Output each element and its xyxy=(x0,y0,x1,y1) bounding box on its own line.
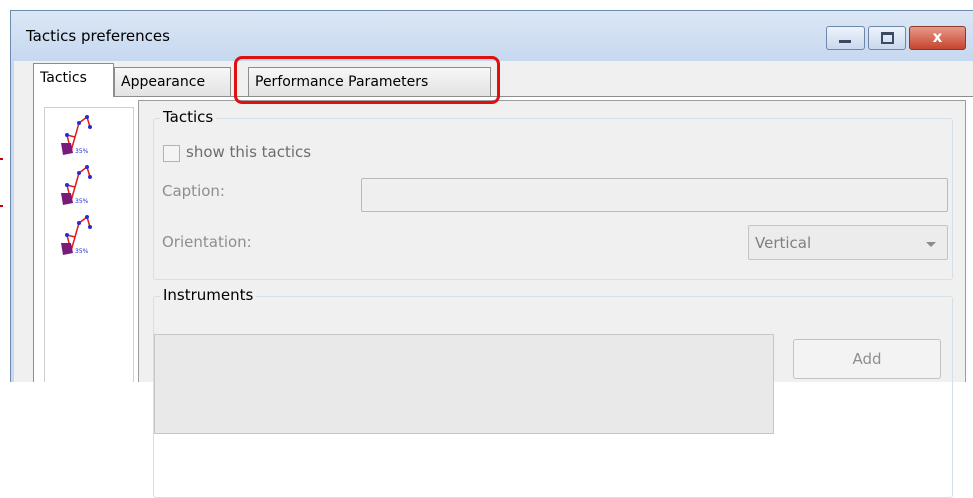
caption-label: Caption: xyxy=(162,182,225,200)
tab-tactics[interactable]: Tactics xyxy=(33,63,114,97)
tactic-formation-icon[interactable]: 35% xyxy=(57,163,97,207)
close-button[interactable]: x xyxy=(909,26,966,50)
close-icon: x xyxy=(932,28,943,46)
tab-appearance[interactable]: Appearance xyxy=(114,67,231,97)
window-title: Tactics preferences xyxy=(26,27,170,45)
tactics-list[interactable]: 35% 35% 35% xyxy=(44,107,134,382)
orientation-value: Vertical xyxy=(755,234,812,252)
maximize-button[interactable] xyxy=(868,26,906,50)
minimize-button[interactable] xyxy=(826,26,865,50)
instruments-group: Instruments Add xyxy=(153,286,953,498)
title-bar[interactable]: Tactics preferences x xyxy=(11,11,973,61)
maximize-icon xyxy=(881,32,894,44)
dialog-client: Tactics Appearance Performance Parameter… xyxy=(14,56,973,498)
orientation-label: Orientation: xyxy=(162,233,252,251)
tactic-formation-icon[interactable]: 35% xyxy=(57,113,97,157)
edge-mark xyxy=(0,205,3,207)
tactics-group: Tactics show this tactics Caption: Orien… xyxy=(153,108,953,280)
show-tactics-checkbox[interactable] xyxy=(163,145,180,162)
orientation-select[interactable]: Vertical xyxy=(748,225,948,260)
instrument-list[interactable] xyxy=(154,334,774,434)
add-button[interactable]: Add xyxy=(793,339,941,379)
edge-mark xyxy=(0,158,3,160)
show-tactics-label[interactable]: show this tactics xyxy=(186,143,311,161)
caption-input[interactable] xyxy=(361,178,948,212)
tactic-formation-icon[interactable]: 35% xyxy=(57,213,97,257)
tactic-settings-pane: Tactics show this tactics Caption: Orien… xyxy=(138,100,966,498)
chevron-down-icon xyxy=(926,242,936,247)
instruments-group-legend: Instruments xyxy=(160,286,257,304)
highlight-annotation xyxy=(234,56,500,104)
tactic-caption: 35% xyxy=(75,198,89,205)
tab-body: 35% 35% 35% Tactics show this tactics Ca… xyxy=(33,96,973,498)
tactic-caption: 35% xyxy=(75,248,89,255)
minimize-icon xyxy=(839,40,851,43)
preferences-window: Tactics preferences x Tactics Appearance… xyxy=(10,10,973,498)
tactic-caption: 35% xyxy=(75,148,89,155)
tactics-group-legend: Tactics xyxy=(160,108,217,126)
